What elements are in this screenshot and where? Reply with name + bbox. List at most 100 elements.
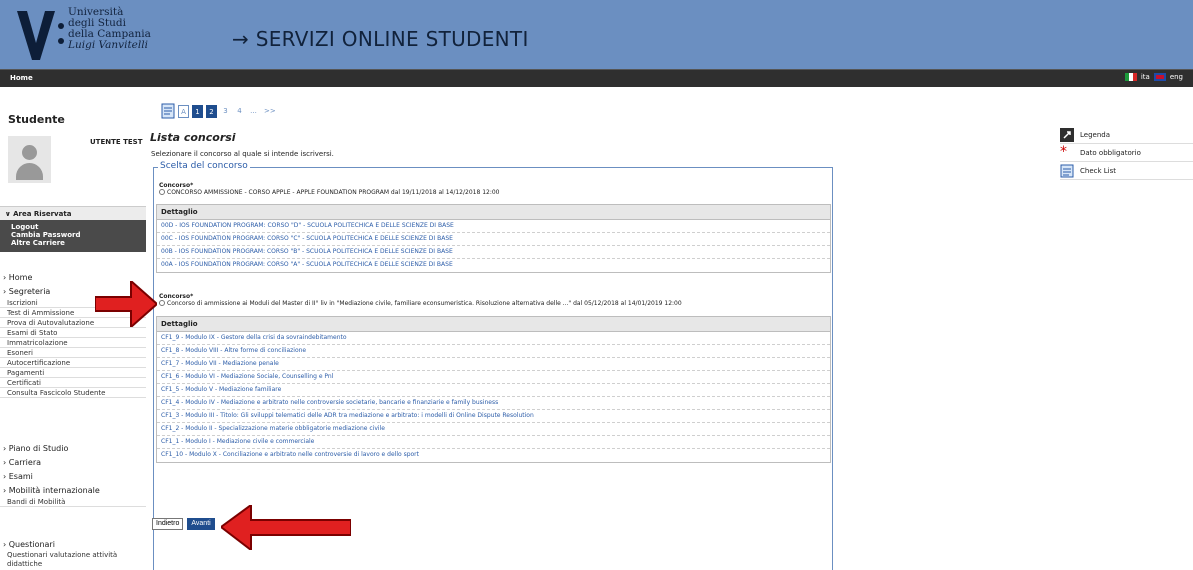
- concorso-1-details-table: Dettaglio 00D - IOS FOUNDATION PROGRAM: …: [156, 204, 831, 273]
- table-row[interactable]: CF1_4 - Modulo IV - Mediazione e arbitra…: [157, 397, 830, 410]
- page-3[interactable]: 3: [220, 104, 231, 118]
- form-actions: Indietro Avanti: [152, 518, 215, 530]
- table-row[interactable]: CF1_5 - Modulo V - Mediazione familiare: [157, 384, 830, 397]
- sidebar-item-label: Segreteria: [8, 287, 51, 296]
- checklist-icon: [1060, 164, 1074, 178]
- page-1[interactable]: 1: [192, 104, 203, 118]
- sidebar-subitem-autocertificazione[interactable]: Autocertificazione: [0, 358, 146, 368]
- pagination: A 1 2 3 4 ... >>: [161, 103, 278, 119]
- table-row[interactable]: CF1_8 - Modulo VIII - Altre forme di con…: [157, 345, 830, 358]
- concorso-label: Concorso*: [159, 293, 194, 300]
- sidebar-subitem-pagamenti[interactable]: Pagamenti: [0, 368, 146, 378]
- secondary-navigation: › Piano di Studio › Carriera › Esami › M…: [0, 441, 146, 507]
- page-a[interactable]: A: [178, 104, 189, 118]
- right-panel: Legenda * Dato obbligatorio Check List: [1060, 126, 1193, 180]
- language-selector: ita eng: [1124, 73, 1183, 81]
- other-careers-link[interactable]: Altre Carriere: [11, 239, 135, 247]
- page-4[interactable]: 4: [234, 104, 245, 118]
- checklist-label: Check List: [1080, 167, 1116, 175]
- table-header: Dettaglio: [157, 205, 830, 220]
- sidebar-item-label: Questionari: [8, 540, 55, 549]
- table-row[interactable]: 00D - IOS FOUNDATION PROGRAM: CORSO "D" …: [157, 220, 830, 233]
- page-next[interactable]: >>: [262, 104, 278, 118]
- next-button[interactable]: Avanti: [187, 518, 215, 530]
- sidebar-item-esami[interactable]: › Esami: [0, 469, 146, 483]
- sidebar-item-label: Esami: [8, 472, 33, 481]
- sidebar-item-piano-studio[interactable]: › Piano di Studio: [0, 441, 146, 455]
- table-row[interactable]: CF1_10 - Modulo X - Conciliazione e arbi…: [157, 449, 830, 462]
- italy-flag-icon: [1124, 73, 1137, 81]
- sidebar-subitem-questionari-valutazione[interactable]: Questionari valutazione attività didatti…: [0, 551, 146, 570]
- sidebar-item-carriera[interactable]: › Carriera: [0, 455, 146, 469]
- sidebar-item-questionari[interactable]: › Questionari: [0, 537, 146, 551]
- area-riservata-heading[interactable]: ∨ Area Riservata: [0, 206, 146, 220]
- table-row[interactable]: CF1_7 - Modulo VII - Mediazione penale: [157, 358, 830, 371]
- required-star-icon: *: [1060, 144, 1067, 160]
- fieldset-legend: Scelta del concorso: [158, 161, 250, 171]
- sidebar-subitem-esami-stato[interactable]: Esami di Stato: [0, 328, 146, 338]
- table-row[interactable]: CF1_3 - Modulo III - Titolo: Gli svilupp…: [157, 410, 830, 423]
- radio-button[interactable]: [159, 189, 165, 195]
- table-row[interactable]: 00A - IOS FOUNDATION PROGRAM: CORSO "A" …: [157, 259, 830, 272]
- user-actions: Logout Cambia Password Altre Carriere: [0, 220, 146, 252]
- language-ita[interactable]: ita: [1141, 73, 1150, 81]
- concorso-option-text: Concorso di ammissione ai Moduli del Mas…: [167, 300, 682, 307]
- home-link[interactable]: Home: [10, 74, 33, 82]
- concorso-option-2[interactable]: Concorso di ammissione ai Moduli del Mas…: [159, 300, 682, 307]
- annotation-arrow-right-icon: [95, 281, 157, 327]
- legend-icon: [1060, 128, 1074, 142]
- table-row[interactable]: CF1_2 - Modulo II - Specializzazione mat…: [157, 423, 830, 436]
- section-description: Selezionare il concorso al quale si inte…: [151, 150, 334, 158]
- university-logo-icon: [17, 11, 55, 60]
- page-title: → SERVIZI ONLINE STUDENTI: [232, 27, 529, 51]
- page-ellipsis[interactable]: ...: [248, 104, 259, 118]
- annotation-arrow-left-icon: [221, 505, 351, 550]
- sidebar-item-label: Mobilità internazionale: [8, 486, 100, 495]
- sidebar-subitem-certificati[interactable]: Certificati: [0, 378, 146, 388]
- sidebar-subitem-bandi-mobilita[interactable]: Bandi di Mobilità: [0, 497, 146, 507]
- table-row[interactable]: CF1_9 - Modulo IX - Gestore della crisi …: [157, 332, 830, 345]
- uk-flag-icon: [1153, 73, 1166, 81]
- concorso-option-1[interactable]: CONCORSO AMMISSIONE - CORSO APPLE - APPL…: [159, 189, 499, 196]
- logo-line: Luigi Vanvitelli: [68, 39, 148, 51]
- concorso-2-details-table: Dettaglio CF1_9 - Modulo IX - Gestore de…: [156, 316, 831, 463]
- page-2[interactable]: 2: [206, 104, 217, 118]
- concorso-option-text: CONCORSO AMMISSIONE - CORSO APPLE - APPL…: [167, 189, 500, 196]
- section-title: Lista concorsi: [150, 131, 236, 144]
- legend-row: Legenda: [1060, 126, 1193, 144]
- table-row[interactable]: 00B - IOS FOUNDATION PROGRAM: CORSO "B" …: [157, 246, 830, 259]
- legend-title: Legenda: [1080, 131, 1111, 139]
- concorso-label: Concorso*: [159, 182, 194, 189]
- sidebar-item-label: Piano di Studio: [8, 444, 69, 453]
- username: UTENTE TEST: [90, 138, 143, 146]
- avatar: [8, 136, 51, 183]
- sidebar-subitem-esoneri[interactable]: Esoneri: [0, 348, 146, 358]
- table-header: Dettaglio: [157, 317, 830, 332]
- table-row[interactable]: CF1_1 - Modulo I - Mediazione civile e c…: [157, 436, 830, 449]
- logo-dot-icon: [58, 38, 64, 44]
- sidebar-item-label: Carriera: [8, 458, 42, 467]
- sidebar-title: Studente: [8, 113, 65, 126]
- site-header: Università degli Studi della Campania Lu…: [0, 0, 1193, 69]
- change-password-link[interactable]: Cambia Password: [11, 231, 135, 239]
- sidebar-item-mobilita[interactable]: › Mobilità internazionale: [0, 483, 146, 497]
- radio-button[interactable]: [159, 300, 165, 306]
- required-row: * Dato obbligatorio: [1060, 144, 1193, 162]
- logo-dot-icon: [58, 23, 64, 29]
- logout-link[interactable]: Logout: [11, 223, 135, 231]
- required-label: Dato obbligatorio: [1080, 149, 1141, 157]
- sidebar-item-label: Home: [8, 273, 33, 282]
- checklist-row[interactable]: Check List: [1060, 162, 1193, 180]
- top-navigation-bar: Home ita eng: [0, 69, 1193, 87]
- back-button[interactable]: Indietro: [152, 518, 184, 530]
- sidebar-subitem-fascicolo-studente[interactable]: Consulta Fascicolo Studente: [0, 388, 146, 398]
- university-name: Università degli Studi della Campania Lu…: [68, 7, 151, 51]
- language-eng[interactable]: eng: [1170, 73, 1183, 81]
- sidebar-subitem-immatricolazione[interactable]: Immatricolazione: [0, 338, 146, 348]
- questionari-navigation: › Questionari Questionari valutazione at…: [0, 537, 146, 570]
- area-riservata-label: Area Riservata: [13, 210, 72, 218]
- chevron-down-icon: ∨: [5, 210, 14, 218]
- table-row[interactable]: CF1_6 - Modulo VI - Mediazione Sociale, …: [157, 371, 830, 384]
- checklist-icon: [161, 103, 175, 119]
- table-row[interactable]: 00C - IOS FOUNDATION PROGRAM: CORSO "C" …: [157, 233, 830, 246]
